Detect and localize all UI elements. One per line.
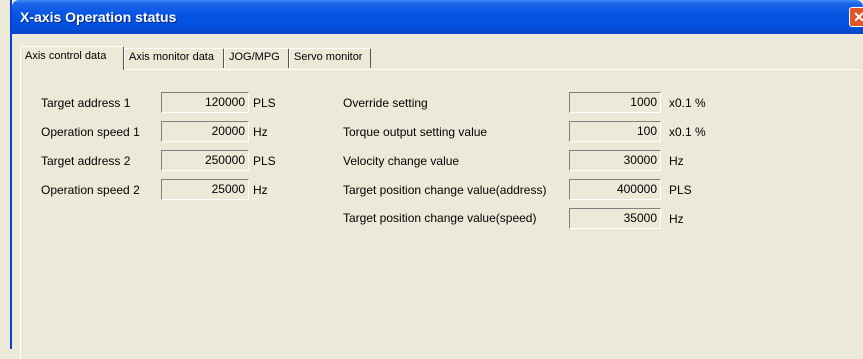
target-address-1-field: 120000 — [161, 92, 249, 113]
tab-axis-control-data[interactable]: Axis control data — [20, 46, 124, 70]
tab-label: Axis control data — [25, 50, 107, 62]
torque-output-unit: x0.1 % — [669, 125, 706, 139]
velocity-change-unit: Hz — [669, 154, 684, 168]
target-address-1-label: Target address 1 — [41, 96, 131, 110]
operation-speed-1-unit: Hz — [253, 125, 268, 139]
target-address-2-field: 250000 — [161, 150, 249, 171]
override-setting-unit: x0.1 % — [669, 96, 706, 110]
torque-output-label: Torque output setting value — [343, 125, 488, 139]
operation-speed-1-label: Operation speed 1 — [41, 125, 140, 139]
close-button[interactable]: ✕ — [849, 7, 863, 27]
target-position-address-unit: PLS — [669, 183, 692, 197]
target-position-speed-label: Target position change value(speed) — [343, 211, 537, 225]
velocity-change-label: Velocity change value — [343, 154, 460, 168]
tab-label: Axis monitor data — [129, 51, 214, 63]
target-address-2-label: Target address 2 — [41, 154, 131, 168]
velocity-change-field: 30000 — [569, 150, 661, 171]
operation-speed-2-field: 25000 — [161, 179, 249, 200]
torque-output-field: 100 — [569, 121, 661, 142]
title-bar[interactable]: X-axis Operation status ✕ — [12, 0, 863, 34]
operation-speed-2-unit: Hz — [253, 183, 268, 197]
tab-label: JOG/MPG — [229, 51, 280, 63]
override-setting-field: 1000 — [569, 92, 661, 113]
operation-speed-1-field: 20000 — [161, 121, 249, 142]
window-title: X-axis Operation status — [20, 9, 177, 25]
target-position-speed-unit: Hz — [669, 212, 684, 226]
tab-axis-monitor-data[interactable]: Axis monitor data — [124, 48, 224, 68]
tab-label: Servo monitor — [294, 51, 363, 63]
target-position-speed-field: 35000 — [569, 208, 661, 229]
target-address-2-unit: PLS — [253, 154, 276, 168]
tab-jog-mpg[interactable]: JOG/MPG — [224, 48, 289, 68]
operation-status-window: X-axis Operation status ✕ Axis control d… — [10, 0, 863, 359]
target-position-address-label: Target position change value(address) — [343, 183, 547, 197]
close-icon: ✕ — [853, 9, 863, 25]
target-position-address-field: 400000 — [569, 179, 661, 200]
override-setting-label: Override setting — [343, 96, 428, 110]
operation-speed-2-label: Operation speed 2 — [41, 183, 140, 197]
tab-servo-monitor[interactable]: Servo monitor — [289, 48, 371, 68]
axis-control-panel: Target address 1 120000 PLS Operation sp… — [20, 69, 860, 359]
target-address-1-unit: PLS — [253, 96, 276, 110]
